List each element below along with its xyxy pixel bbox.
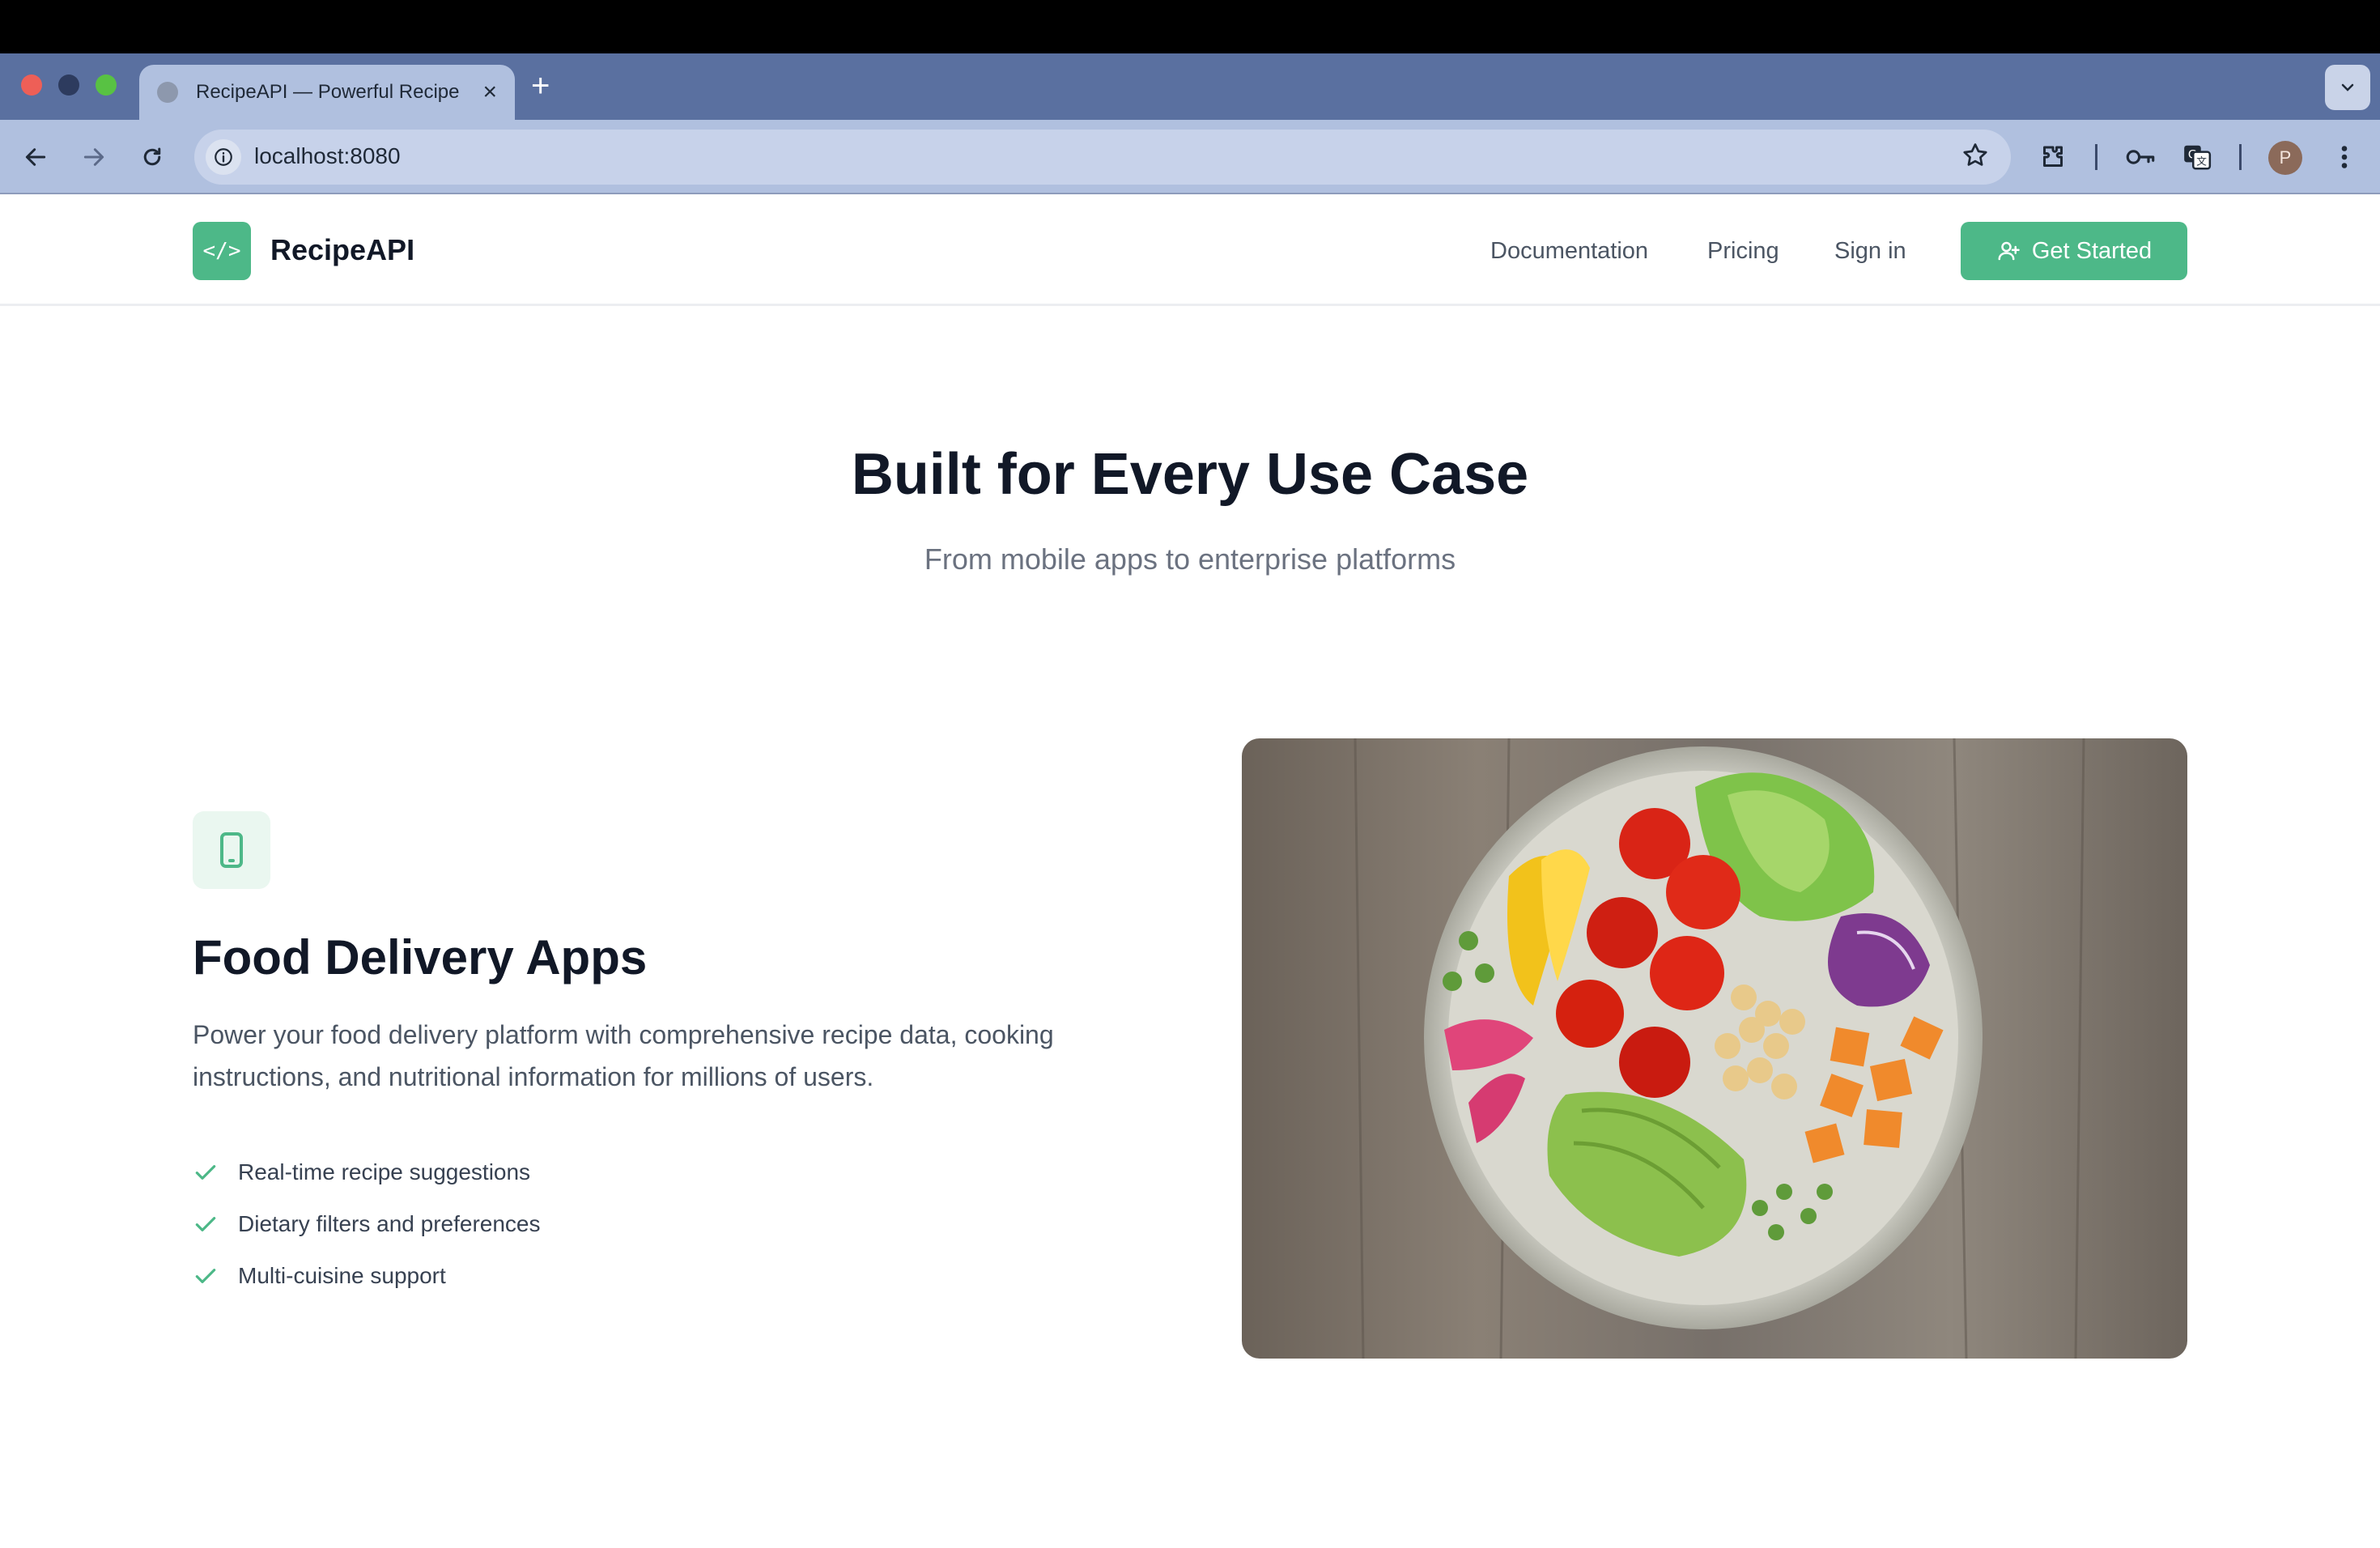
list-item: Multi-cuisine support: [193, 1250, 541, 1302]
section-title: Built for Every Use Case: [851, 442, 1529, 507]
back-button[interactable]: [16, 138, 55, 176]
check-icon: [195, 1269, 216, 1283]
globe-icon: [157, 82, 178, 103]
profile-avatar[interactable]: P: [2268, 141, 2302, 175]
password-key-icon[interactable]: [2121, 138, 2160, 176]
nav-sign-in[interactable]: Sign in: [1834, 238, 1906, 265]
nav-pricing[interactable]: Pricing: [1707, 238, 1779, 265]
bookmark-star-icon[interactable]: [1961, 141, 1990, 174]
close-tab-icon[interactable]: ×: [482, 80, 497, 104]
user-plus-icon: [1998, 241, 2020, 261]
check-icon: [195, 1165, 216, 1180]
feature-title: Food Delivery Apps: [193, 930, 648, 985]
toolbar-divider: [2095, 144, 2097, 170]
tab-search-button[interactable]: [2325, 65, 2370, 110]
toolbar-divider: [2239, 144, 2242, 170]
nav-documentation[interactable]: Documentation: [1490, 238, 1648, 265]
minimize-window-button[interactable]: [58, 74, 79, 96]
check-icon: [195, 1217, 216, 1231]
chevron-down-icon: [2341, 83, 2354, 91]
salad-bowl-photo: [1242, 738, 2187, 1359]
reload-button[interactable]: [133, 138, 172, 176]
get-started-button[interactable]: Get Started: [1961, 222, 2187, 280]
list-item-label: Multi-cuisine support: [238, 1263, 446, 1288]
list-item-label: Real-time recipe suggestions: [238, 1159, 531, 1184]
site-info-icon[interactable]: [206, 139, 241, 175]
address-bar[interactable]: localhost:8080: [194, 130, 2011, 185]
arrow-right-icon: [83, 148, 104, 166]
section-subtitle: From mobile apps to enterprise platforms: [924, 542, 1456, 576]
translate-icon[interactable]: G文: [2178, 138, 2216, 176]
brand-name[interactable]: RecipeAPI: [270, 233, 414, 267]
list-item-label: Dietary filters and preferences: [238, 1211, 541, 1236]
maximize-window-button[interactable]: [96, 74, 117, 96]
code-logo-icon[interactable]: </>: [193, 222, 251, 280]
new-tab-button[interactable]: +: [531, 65, 550, 107]
close-window-button[interactable]: [21, 74, 42, 96]
screen-top-bar: [0, 0, 2380, 53]
get-started-label: Get Started: [2031, 237, 2153, 264]
svg-text:文: 文: [2196, 155, 2207, 168]
list-item: Dietary filters and preferences: [193, 1198, 541, 1250]
list-item: Real-time recipe suggestions: [193, 1146, 541, 1198]
arrow-left-icon: [25, 148, 46, 166]
forward-button[interactable]: [74, 138, 113, 176]
url-text[interactable]: localhost:8080: [254, 143, 401, 169]
browser-tab[interactable]: RecipeAPI — Powerful Recipe ×: [139, 65, 515, 120]
site-header: </> RecipeAPI Documentation Pricing Sign…: [0, 194, 2380, 306]
feature-description: Power your food delivery platform with c…: [193, 1020, 1054, 1091]
more-menu-icon[interactable]: [2325, 138, 2364, 176]
extensions-icon[interactable]: [2034, 138, 2072, 176]
tab-title: RecipeAPI — Powerful Recipe: [196, 81, 460, 103]
reload-icon: [143, 147, 161, 166]
smartphone-icon: [193, 811, 270, 889]
feature-list: Real-time recipe suggestions Dietary fil…: [193, 1146, 541, 1302]
